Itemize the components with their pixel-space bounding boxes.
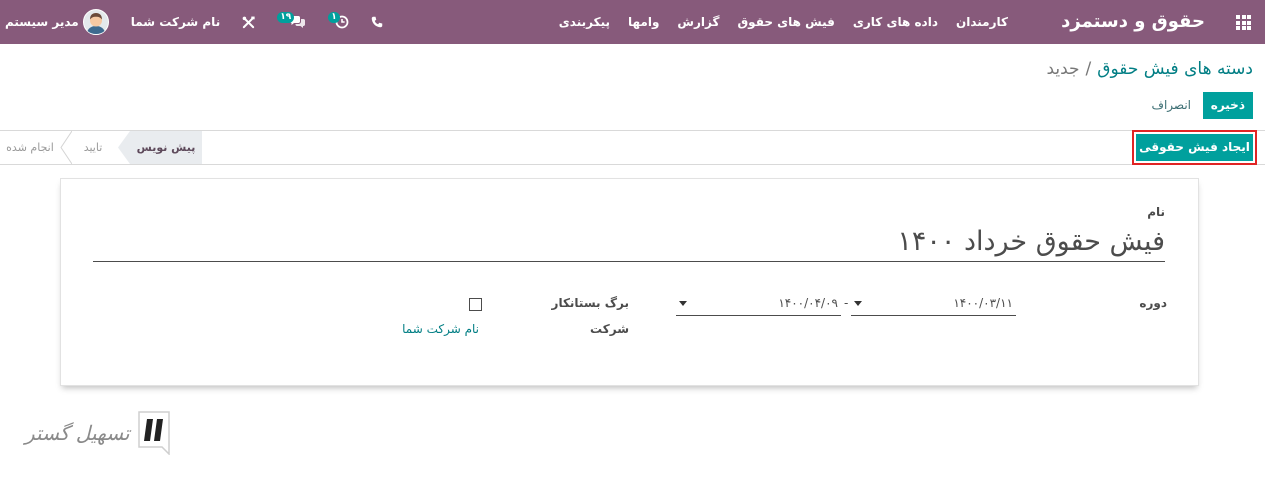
menu-item-employees[interactable]: کارمندان bbox=[947, 0, 1017, 44]
debug-button[interactable] bbox=[242, 16, 255, 29]
create-payslip-button[interactable]: ایجاد فیش حقوقی bbox=[1136, 134, 1253, 161]
watermark-logo: تسهیل گستر bbox=[25, 405, 175, 465]
debug-tools-icon bbox=[242, 16, 255, 28]
save-button[interactable]: ذخیره bbox=[1202, 92, 1253, 119]
period-label: دوره bbox=[1139, 296, 1167, 310]
activities-button[interactable]: ۱ bbox=[328, 11, 349, 29]
phone-icon bbox=[371, 16, 382, 28]
credit-note-label: برگ بستانکار bbox=[551, 296, 629, 310]
user-menu[interactable]: مدیر سیستم bbox=[5, 9, 109, 35]
name-label: نام bbox=[1147, 205, 1165, 219]
user-name: مدیر سیستم bbox=[5, 15, 79, 29]
caret-down-icon[interactable] bbox=[679, 301, 687, 306]
name-input[interactable]: فیش حقوق خرداد ۱۴۰۰ bbox=[93, 223, 1165, 262]
activities-count-badge: ۱ bbox=[328, 11, 340, 23]
company-label: شرکت bbox=[590, 322, 629, 336]
messages-count-badge: ۱۹ bbox=[277, 11, 295, 23]
form-sheet: نام فیش حقوق خرداد ۱۴۰۰ دوره ۱۴۰۰/۰۳/۱۱ … bbox=[60, 178, 1199, 386]
main-menu: کارمندان داده های کاری فیش های حقوق گزار… bbox=[550, 0, 1017, 44]
watermark-text: تسهیل گستر bbox=[25, 421, 130, 445]
stage-done[interactable]: انجام شده bbox=[0, 131, 60, 164]
menu-item-work-data[interactable]: داده های کاری bbox=[844, 0, 947, 44]
menu-item-loans[interactable]: وامها bbox=[619, 0, 668, 44]
date-end-field[interactable]: ۱۴۰۰/۰۴/۰۹ bbox=[676, 291, 841, 316]
breadcrumb-separator: / bbox=[1085, 59, 1092, 79]
stage-draft[interactable]: پیش نویس bbox=[118, 131, 202, 164]
logo-mark-icon bbox=[138, 411, 170, 455]
systray: ۱ ۱۹ نام شرکت شما مدیر سیستم bbox=[5, 0, 383, 44]
credit-note-checkbox[interactable] bbox=[469, 298, 482, 311]
statusbar: ایجاد فیش حقوقی پیش نویس تایید انجام شده bbox=[0, 130, 1265, 165]
menu-item-configuration[interactable]: پیکربندی bbox=[550, 0, 619, 44]
company-switcher[interactable]: نام شرکت شما bbox=[131, 15, 220, 29]
breadcrumb-current: جدید bbox=[1046, 59, 1080, 79]
phone-button[interactable] bbox=[371, 16, 383, 28]
breadcrumb: دسته های فیش حقوق/جدید bbox=[1046, 56, 1253, 82]
discard-button[interactable]: انصراف bbox=[1152, 92, 1191, 119]
avatar bbox=[82, 9, 109, 35]
menu-item-payslips[interactable]: فیش های حقوق bbox=[728, 0, 843, 44]
highlight-frame: ایجاد فیش حقوقی bbox=[1132, 130, 1257, 165]
app-brand[interactable]: حقوق و دستمزد bbox=[1061, 0, 1205, 44]
date-separator: - bbox=[844, 296, 849, 310]
caret-down-icon[interactable] bbox=[854, 301, 862, 306]
menu-item-reporting[interactable]: گزارش bbox=[668, 0, 728, 44]
company-link[interactable]: نام شرکت شما bbox=[402, 320, 479, 338]
top-navbar: حقوق و دستمزد کارمندان داده های کاری فیش… bbox=[0, 0, 1265, 44]
date-start-value: ۱۴۰۰/۰۳/۱۱ bbox=[953, 296, 1013, 310]
breadcrumb-parent-link[interactable]: دسته های فیش حقوق bbox=[1097, 59, 1253, 79]
date-start-field[interactable]: ۱۴۰۰/۰۳/۱۱ bbox=[851, 291, 1016, 316]
chevron-left-icon bbox=[60, 131, 72, 164]
messages-button[interactable]: ۱۹ bbox=[277, 11, 306, 29]
date-end-value: ۱۴۰۰/۰۴/۰۹ bbox=[778, 296, 838, 310]
apps-grid-icon[interactable] bbox=[1236, 15, 1251, 30]
stage-confirmed[interactable]: تایید bbox=[72, 131, 114, 164]
